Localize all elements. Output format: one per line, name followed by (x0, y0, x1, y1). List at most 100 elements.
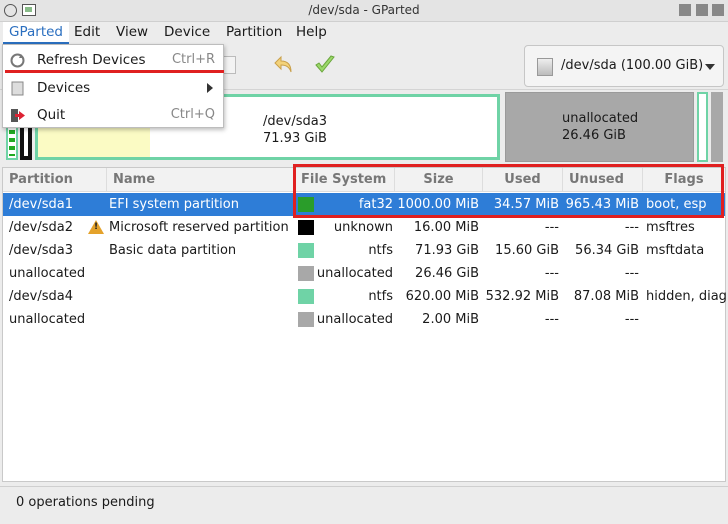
cell-name: EFI system partition (109, 197, 239, 212)
menu-view[interactable]: View (110, 22, 154, 44)
cell-unused: --- (624, 266, 639, 281)
menu-item-devices[interactable]: Devices (3, 75, 223, 102)
drive-icon (9, 80, 26, 97)
cell-flags: msftdata (646, 243, 705, 258)
column-used[interactable]: Used (483, 168, 563, 192)
menu-item-label: Quit (37, 107, 66, 123)
filesystem-color-swatch (298, 289, 314, 304)
partition-table: Partition Name File System Size Used Unu… (2, 167, 727, 482)
menu-device[interactable]: Device (158, 22, 216, 44)
cell-size: 2.00 MiB (422, 312, 479, 327)
cell-file-system: ntfs (368, 289, 393, 304)
column-unused[interactable]: Unused (563, 168, 643, 192)
cell-used: 15.60 GiB (495, 243, 559, 258)
cell-file-system: unknown (333, 220, 393, 235)
status-bar: 0 operations pending (0, 486, 728, 524)
menu-item-accel: Ctrl+R (171, 52, 215, 67)
diskmap-sda4[interactable] (697, 92, 708, 162)
column-file-system[interactable]: File System (295, 168, 395, 192)
column-name[interactable]: Name (107, 168, 295, 192)
cell-used: --- (544, 266, 559, 281)
cell-used: --- (544, 312, 559, 327)
cell-size: 16.00 MiB (413, 220, 479, 235)
table-row[interactable]: unallocated unallocated 2.00 MiB --- --- (3, 308, 725, 331)
cell-size: 71.93 GiB (415, 243, 479, 258)
menu-item-quit[interactable]: Quit Ctrl+Q (3, 102, 223, 129)
cell-partition: unallocated (9, 312, 86, 327)
diskmap-sda3-size: 71.93 GiB (263, 131, 327, 146)
maximize-button[interactable] (696, 4, 708, 16)
diskmap-unallocated[interactable]: unallocated 26.46 GiB (505, 92, 694, 162)
cell-unused: 87.08 MiB (573, 289, 639, 304)
cell-size: 620.00 MiB (405, 289, 479, 304)
cell-partition: /dev/sda1 (9, 197, 73, 212)
cell-partition: /dev/sda3 (9, 243, 73, 258)
quit-icon (9, 107, 26, 124)
cell-used: 532.92 MiB (485, 289, 559, 304)
table-header: Partition Name File System Size Used Unu… (3, 168, 725, 192)
cell-name: Basic data partition (109, 243, 237, 258)
warning-icon (88, 220, 104, 234)
cell-size: 26.46 GiB (415, 266, 479, 281)
cell-partition: unallocated (9, 266, 86, 281)
cell-partition: /dev/sda2 (9, 220, 73, 235)
device-selector[interactable]: /dev/sda (100.00 GiB) (524, 45, 724, 87)
cell-file-system: unallocated (316, 266, 393, 281)
column-size[interactable]: Size (395, 168, 483, 192)
window-title: /dev/sda - GParted (308, 3, 420, 17)
filesystem-color-swatch (298, 197, 314, 212)
diskmap-unallocated-name: unallocated (562, 111, 639, 126)
menu-item-accel: Ctrl+Q (170, 107, 215, 122)
column-flags[interactable]: Flags (643, 168, 725, 192)
diskmap-unallocated-2[interactable] (711, 92, 723, 162)
table-row[interactable]: /dev/sda1 EFI system partition fat32 1000.0… (3, 193, 725, 216)
refresh-icon (9, 52, 26, 69)
cell-file-system: fat32 (358, 197, 393, 212)
menu-bar: GParted Edit View Device Partition Help (0, 22, 728, 44)
menu-edit[interactable]: Edit (68, 22, 106, 44)
device-selector-label: /dev/sda (100.00 GiB) (561, 58, 704, 73)
cell-used: 34.57 MiB (493, 197, 559, 212)
status-text: 0 operations pending (16, 495, 155, 510)
diskmap-unallocated-size: 26.46 GiB (562, 128, 626, 143)
filesystem-color-swatch (298, 266, 314, 281)
filesystem-color-swatch (298, 220, 314, 235)
close-button[interactable] (712, 4, 724, 16)
apply-icon[interactable] (313, 54, 337, 80)
cell-flags: hidden, diag (646, 289, 727, 304)
submenu-arrow-icon (207, 83, 213, 93)
table-row[interactable]: /dev/sda4 ntfs 620.00 MiB 532.92 MiB 87.08 M… (3, 285, 727, 308)
cell-file-system: ntfs (368, 243, 393, 258)
cell-partition: /dev/sda4 (9, 289, 73, 304)
filesystem-color-swatch (298, 312, 314, 327)
cell-unused: --- (624, 220, 639, 235)
table-row[interactable]: /dev/sda3 Basic data partition ntfs 71.93 G… (3, 239, 725, 262)
minimize-button[interactable] (679, 4, 691, 16)
table-row[interactable]: unallocated unallocated 26.46 GiB --- --- (3, 262, 725, 285)
menu-help[interactable]: Help (290, 22, 333, 44)
menu-item-label: Devices (37, 80, 91, 96)
chevron-down-icon (705, 64, 715, 70)
table-row[interactable]: /dev/sda2 Microsoft reserved partition unk… (3, 216, 725, 239)
column-partition[interactable]: Partition (3, 168, 107, 192)
menu-gparted[interactable]: GParted (3, 22, 69, 44)
drive-icon (537, 58, 553, 76)
cell-flags: msftres (646, 220, 695, 235)
cell-used: --- (544, 220, 559, 235)
menu-partition[interactable]: Partition (220, 22, 288, 44)
cell-unused: 56.34 GiB (575, 243, 639, 258)
filesystem-color-swatch (298, 243, 314, 258)
refresh-highlight-underline (5, 70, 224, 73)
cell-size: 1000.00 MiB (397, 197, 479, 212)
title-bar: /dev/sda - GParted (0, 0, 728, 22)
cell-file-system: unallocated (316, 312, 393, 327)
cell-flags: boot, esp (646, 197, 707, 212)
cell-name: Microsoft reserved partition (109, 220, 289, 235)
cell-unused: 965.43 MiB (565, 197, 639, 212)
undo-icon[interactable] (272, 54, 296, 80)
gparted-menu: Refresh Devices Ctrl+R Devices Quit Ctrl… (2, 44, 224, 128)
paste-icon[interactable] (222, 56, 236, 74)
menu-item-label: Refresh Devices (37, 52, 146, 68)
cell-unused: --- (624, 312, 639, 327)
diskmap-sda3-name: /dev/sda3 (263, 114, 327, 129)
